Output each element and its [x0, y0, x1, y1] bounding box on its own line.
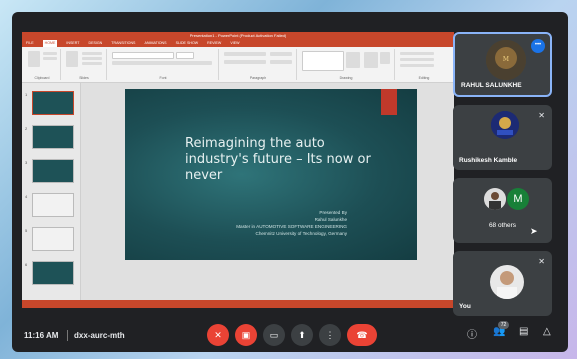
avatar: M [486, 40, 526, 80]
ribbon-label-clipboard: Clipboard [34, 76, 50, 80]
ppt-ribbon-tabs: FILE HOME INSERT DESIGN TRANSITIONS ANIM… [22, 40, 454, 47]
slide-thumbnail-6: 6 [25, 261, 74, 285]
activities-icon: △ [543, 326, 551, 337]
participant-tile-you[interactable]: ✕ You [453, 251, 552, 316]
ribbon-group-paragraph: Paragraph [220, 49, 297, 80]
info-icon: ⓘ [467, 330, 477, 341]
chat-icon: ▤ [519, 326, 529, 337]
participant-name: You [459, 303, 471, 310]
ribbon-label-editing: Editing [418, 76, 430, 80]
ppt-tab-view: VIEW [230, 41, 240, 45]
more-options-button[interactable]: ⋮ [319, 324, 341, 346]
ribbon-group-drawing: Drawing [298, 49, 395, 80]
slide-presenter-block: Presented By Rahul Salunkhe Master in AU… [236, 209, 347, 237]
ribbon-group-slides: Slides [62, 49, 107, 80]
leave-call-button[interactable]: ☎ [347, 324, 377, 346]
ribbon-group-clipboard: Clipboard [24, 49, 61, 80]
present-screen-icon: ⬆ [298, 330, 306, 340]
ppt-status-bar [22, 300, 454, 308]
avatar [491, 111, 519, 139]
current-slide: Reimagining the auto industry's future –… [125, 89, 417, 260]
ribbon-label-drawing: Drawing [339, 76, 353, 80]
mic-off-icon: ✕ [214, 330, 222, 340]
people-count-badge: 72 [498, 321, 509, 329]
ppt-titlebar: Presentation1 - PowerPoint (Product Acti… [22, 32, 454, 40]
mouse-cursor-icon: ➤ [530, 226, 538, 236]
camera-toggle-button[interactable]: ▣ [235, 324, 257, 346]
slide-thumbnail-4: 4 [25, 193, 74, 217]
ppt-tab-slideshow: SLIDE SHOW [175, 41, 199, 45]
mic-off-icon: ✕ [538, 111, 545, 120]
slide-number: 1 [25, 92, 28, 97]
slide-accent-bar [381, 89, 397, 115]
ppt-tab-home: HOME [42, 40, 58, 47]
meet-control-bar: 11:16 AM dxx-aurc-mth ✕ ▣ ▭ ⬆ ⋮ ☎ ⓘ 👥 72… [12, 320, 568, 352]
more-vert-icon: ⋮ [325, 330, 335, 340]
ppt-tab-animations: ANIMATIONS [144, 41, 167, 45]
slide-number: 4 [25, 194, 28, 199]
hang-up-icon: ☎ [356, 330, 368, 340]
presented-by-label: Presented By [319, 210, 347, 215]
slide-number: 3 [25, 160, 28, 165]
ppt-tab-design: DESIGN [88, 41, 103, 45]
captions-icon: ▭ [269, 330, 279, 340]
participant-name: RAHUL SALUNKHE [461, 82, 522, 89]
presenter-university: Chemnitz University of Technology, Germa… [255, 231, 348, 236]
divider [67, 330, 68, 341]
profile-picture-icon [484, 188, 506, 210]
ppt-tab-review: REVIEW [207, 41, 222, 45]
svg-text:M: M [503, 56, 509, 63]
meeting-details-button[interactable]: ⓘ [467, 326, 477, 341]
participant-name: Rushikesh Kamble [459, 157, 518, 164]
slide-number: 5 [25, 228, 28, 233]
slide-editor: Reimagining the auto industry's future –… [81, 83, 454, 300]
ribbon-group-editing: Editing [396, 49, 452, 80]
profile-picture-icon: M [486, 40, 526, 80]
current-time: 11:16 AM [24, 331, 59, 340]
ppt-tab-transitions: TRANSITIONS [111, 41, 136, 45]
avatar-letter: M [507, 188, 529, 210]
meet-window: Presentation1 - PowerPoint (Product Acti… [12, 12, 568, 352]
slide-number: 6 [25, 262, 28, 267]
meeting-code: dxx-aurc-mth [74, 331, 125, 340]
ribbon-label-font: Font [159, 76, 167, 80]
profile-picture-icon [490, 265, 524, 299]
profile-picture-icon [491, 111, 519, 139]
captions-button[interactable]: ▭ [263, 324, 285, 346]
ppt-tab-file: FILE [26, 41, 34, 45]
speaking-indicator-icon: ••• [531, 39, 545, 53]
participant-tile-rushikesh[interactable]: ✕ Rushikesh Kamble [453, 105, 552, 170]
slide-thumbnail-3: 3 [25, 159, 74, 183]
slide-thumbnail-1: 1 [25, 91, 74, 115]
ppt-tab-insert: INSERT [66, 41, 80, 45]
camera-off-icon: ▣ [241, 330, 251, 340]
activities-button[interactable]: △ [543, 326, 551, 337]
presenter-degree: Master in AUTOMOTIVE SOFTWARE ENGINEERIN… [236, 224, 347, 229]
ppt-ribbon: Clipboard Slides Font Paragraph Drawing … [22, 47, 454, 83]
avatar [490, 265, 524, 299]
slide-title: Reimagining the auto industry's future –… [185, 136, 371, 183]
ribbon-label-paragraph: Paragraph [249, 76, 267, 80]
shared-screen: Presentation1 - PowerPoint (Product Acti… [22, 32, 454, 308]
slide-thumbnail-2: 2 [25, 125, 74, 149]
present-button[interactable]: ⬆ [291, 324, 313, 346]
chat-button[interactable]: ▤ [519, 326, 528, 337]
presenter-name: Rahul Salunkhe [314, 217, 347, 222]
avatar [484, 188, 506, 210]
slide-thumbnail-5: 5 [25, 227, 74, 251]
mic-off-icon: ✕ [538, 257, 545, 266]
slide-number: 2 [25, 126, 28, 131]
mic-toggle-button[interactable]: ✕ [207, 324, 229, 346]
ribbon-group-font: Font [108, 49, 219, 80]
participant-tile-rahul[interactable]: M ••• RAHUL SALUNKHE [453, 32, 552, 97]
ribbon-label-slides: Slides [79, 76, 89, 80]
slide-thumbnail-pane: 1 2 3 4 5 6 [22, 83, 81, 300]
